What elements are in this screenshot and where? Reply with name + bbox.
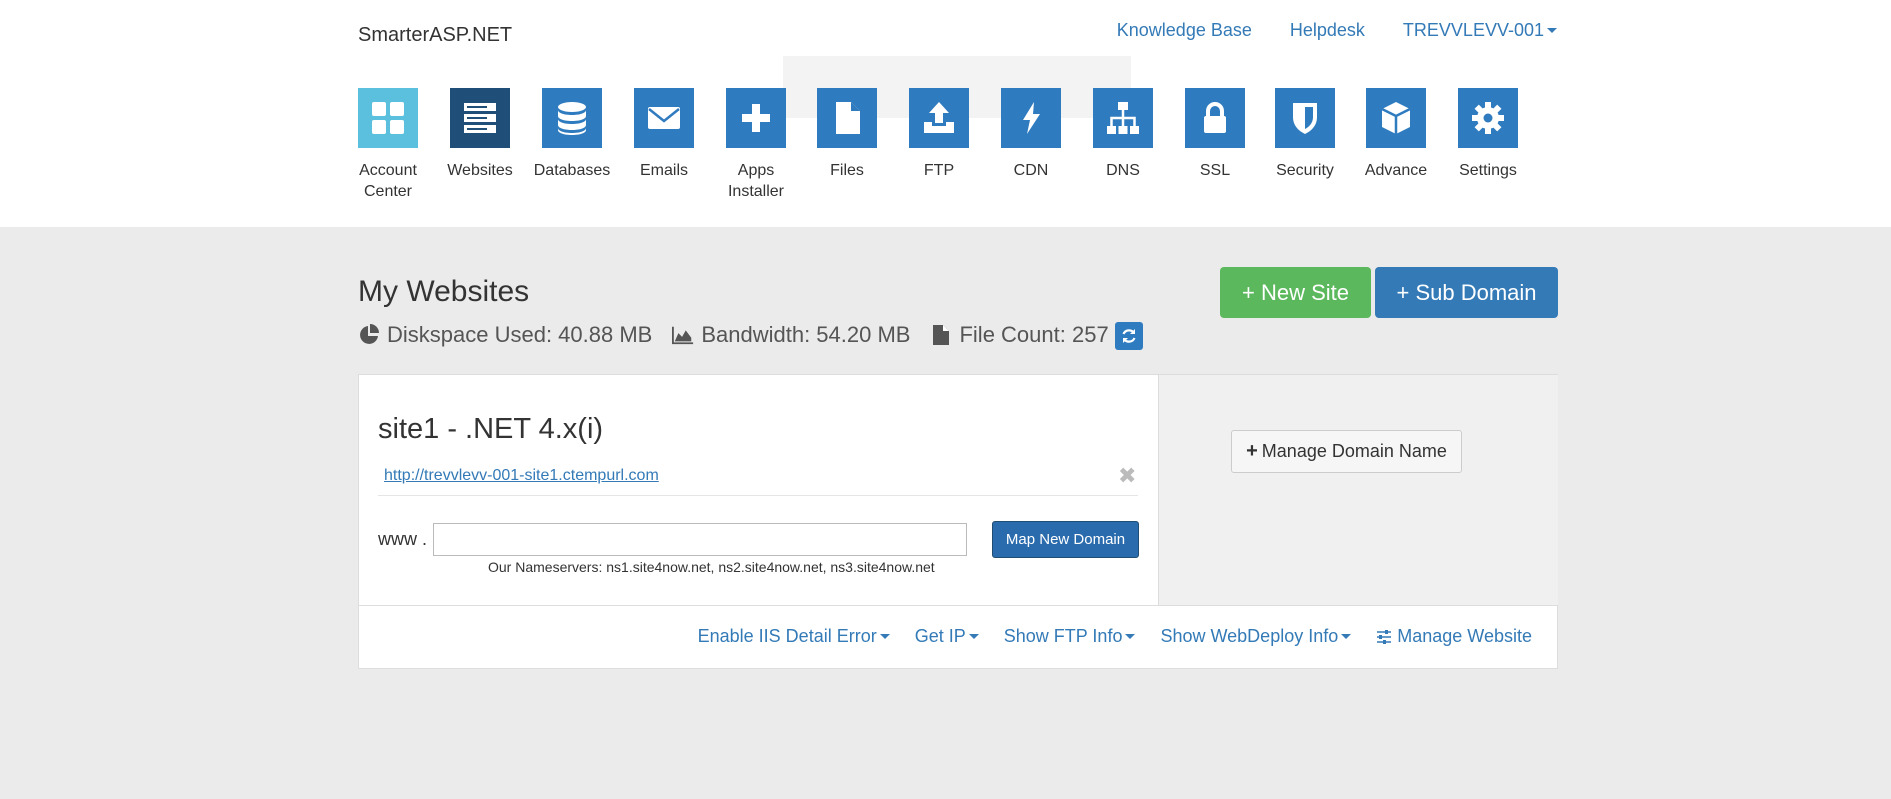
nav-label: DNS (1106, 162, 1140, 179)
nav-apps-installer[interactable]: Apps Installer (710, 88, 802, 202)
close-icon[interactable]: ✖ (1118, 463, 1136, 489)
nav-account-center[interactable]: Account Center (342, 88, 434, 202)
upload-icon (909, 88, 969, 148)
nav-label: Advance (1364, 162, 1428, 179)
nav-label: Files (830, 162, 864, 179)
site-url-link[interactable]: http://trevvlevv-001-site1.ctempurl.com (384, 467, 659, 485)
helpdesk-link[interactable]: Helpdesk (1290, 20, 1365, 41)
show-ftp-info-dropdown[interactable]: Show FTP Info (1004, 626, 1136, 647)
site-card-footer: Enable IIS Detail Error Get IP Show FTP … (359, 605, 1557, 669)
caret-down-icon (1125, 634, 1136, 639)
domain-panel: + Manage Domain Name (1158, 375, 1558, 605)
nav-websites[interactable]: Websites (434, 88, 526, 181)
grid-icon (358, 88, 418, 148)
pie-chart-icon (360, 323, 379, 344)
iis-label: Enable IIS Detail Error (697, 626, 877, 646)
top-links: Knowledge Base Helpdesk TREVVLEVV-001 (1117, 20, 1557, 41)
site-actions: Enable IIS Detail Error Get IP Show FTP … (698, 626, 1532, 647)
sitemap-icon (1093, 88, 1153, 148)
nav-files[interactable]: Files (801, 88, 893, 181)
nav-label: Settings (1459, 162, 1517, 179)
envelope-icon (634, 88, 694, 148)
show-webdeploy-info-dropdown[interactable]: Show WebDeploy Info (1160, 626, 1352, 647)
nav-label: CDN (1013, 162, 1049, 179)
bandwidth-text: Bandwidth: 54.20 MB (701, 321, 911, 347)
page-title: My Websites (358, 275, 530, 308)
nav-label: Websites (447, 162, 513, 179)
file-icon (933, 324, 950, 345)
caret-down-icon (879, 634, 890, 639)
cube-icon (1366, 88, 1426, 148)
lock-icon (1185, 88, 1245, 148)
manage-domain-label: Manage Domain Name (1261, 441, 1447, 461)
nav-security[interactable]: Security (1259, 88, 1351, 181)
caret-down-icon (968, 634, 979, 639)
filecount-stat: File Count: 257 (930, 321, 1109, 348)
file-icon (817, 88, 877, 148)
new-site-button[interactable]: + New Site (1220, 267, 1371, 318)
area-chart-icon (672, 326, 694, 344)
refresh-button[interactable] (1114, 322, 1143, 350)
nav-ftp[interactable]: FTP (893, 88, 985, 181)
sub-domain-button[interactable]: + Sub Domain (1375, 267, 1558, 318)
bolt-icon (1001, 88, 1061, 148)
knowledge-base-link[interactable]: Knowledge Base (1117, 20, 1252, 41)
nav-label: SSL (1199, 162, 1231, 179)
nav-label: Databases (533, 162, 611, 179)
manage-website-label: Manage Website (1397, 626, 1532, 646)
site-card: site1 - .NET 4.x(i) http://trevvlevv-001… (358, 374, 1558, 669)
diskspace-stat: Diskspace Used: 40.88 MB (358, 322, 652, 348)
account-dropdown[interactable]: TREVVLEVV-001 (1403, 20, 1557, 41)
server-icon (450, 88, 510, 148)
sliders-icon (1377, 629, 1392, 644)
caret-down-icon (1547, 28, 1557, 33)
shield-icon (1275, 88, 1335, 148)
bandwidth-stat: Bandwidth: 54.20 MB (672, 322, 910, 348)
site-title: site1 - .NET 4.x(i) (378, 413, 604, 445)
get-ip-dropdown[interactable]: Get IP (915, 626, 979, 647)
manage-website-link[interactable]: Manage Website (1376, 626, 1532, 647)
filecount-text: File Count: 257 (959, 321, 1109, 347)
brand-logo[interactable]: SmarterASP.NET (358, 24, 512, 47)
ftp-info-label: Show FTP Info (1003, 626, 1123, 646)
nav-ssl[interactable]: SSL (1169, 88, 1261, 181)
nav-databases[interactable]: Databases (526, 88, 618, 181)
nav-label: Account Center (359, 162, 417, 200)
map-new-domain-button[interactable]: Map New Domain (992, 521, 1139, 558)
nav-advance[interactable]: Advance (1350, 88, 1442, 181)
nameservers-text: Our Nameservers: ns1.site4now.net, ns2.s… (488, 559, 935, 575)
plus-icon (726, 88, 786, 148)
refresh-icon (1122, 329, 1136, 343)
nav-label: Apps Installer (727, 162, 785, 200)
usage-stats: Diskspace Used: 40.88 MB Bandwidth: 54.2… (358, 319, 1143, 350)
top-header: SmarterASP.NET Knowledge Base Helpdesk T… (0, 0, 1891, 227)
enable-iis-detail-error-dropdown[interactable]: Enable IIS Detail Error (698, 626, 890, 647)
get-ip-label: Get IP (914, 626, 966, 646)
nav-dns[interactable]: DNS (1077, 88, 1169, 181)
caret-down-icon (1341, 634, 1352, 639)
webdeploy-label: Show WebDeploy Info (1160, 626, 1339, 646)
nav-emails[interactable]: Emails (618, 88, 710, 181)
divider (378, 495, 1138, 496)
nav-settings[interactable]: Settings (1442, 88, 1534, 181)
www-prefix-label: www . (378, 529, 427, 549)
gear-icon (1458, 88, 1518, 148)
diskspace-text: Diskspace Used: 40.88 MB (387, 321, 653, 347)
domain-input[interactable] (433, 523, 967, 556)
account-name: TREVVLEVV-001 (1402, 20, 1544, 40)
nav-label: Emails (639, 162, 688, 179)
database-icon (542, 88, 602, 148)
nav-cdn[interactable]: CDN (985, 88, 1077, 181)
plus-icon: + (1246, 440, 1258, 462)
manage-domain-name-button[interactable]: + Manage Domain Name (1231, 430, 1462, 473)
nav-label: FTP (923, 162, 955, 179)
nav-label: Security (1276, 162, 1334, 179)
